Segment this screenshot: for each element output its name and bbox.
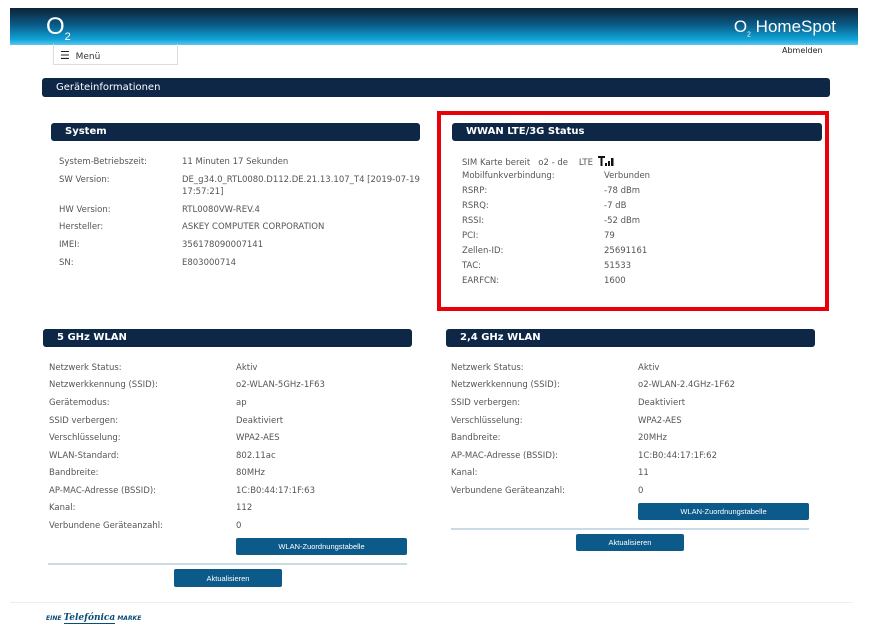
header-banner: O2 O2 HomeSpot — [10, 8, 858, 45]
info-label: TAC: — [462, 261, 481, 271]
info-label: IMEI: — [59, 240, 80, 250]
info-label: HW Version: — [59, 205, 111, 215]
info-value: RTL0080VW-REV.4 — [182, 205, 260, 215]
info-value: DE_g34.0_RTL0080.D112.DE.21.13.107_T4 [2… — [182, 175, 420, 185]
info-label: Mobilfunkverbindung: — [462, 171, 555, 181]
brand-title: O2 HomeSpot — [734, 17, 836, 38]
info-value: -7 dB — [604, 201, 627, 211]
info-label: SSID verbergen: — [49, 416, 119, 426]
info-value: o2-WLAN-2.4GHz-1F62 — [638, 380, 736, 390]
signal-bars-icon — [598, 156, 614, 166]
info-value: 1C:B0:44:17:1F:63 — [236, 486, 315, 496]
info-value: E803000714 — [182, 258, 237, 268]
divider — [48, 563, 407, 565]
info-value: WPA2-AES — [638, 416, 682, 426]
info-value: 80MHz — [236, 468, 266, 478]
info-value: 356178090007141 — [182, 240, 264, 250]
hamburger-icon: ☰ — [60, 49, 70, 62]
info-label: Verschlüsselung: — [49, 433, 121, 443]
info-label: RSRQ: — [462, 201, 489, 211]
info-value: 802.11ac — [236, 451, 276, 461]
system-section-header: System — [51, 123, 420, 141]
wlan5-association-table-button[interactable]: WLAN-Zuordnungstabelle — [236, 538, 407, 555]
wlan24-association-table-button[interactable]: WLAN-Zuordnungstabelle — [638, 503, 809, 520]
menu-button[interactable]: ☰ Menü — [53, 44, 178, 65]
info-value: 25691161 — [604, 246, 648, 256]
info-value: 11 Minuten 17 Sekunden — [182, 157, 289, 167]
info-value: 79 — [604, 231, 615, 241]
info-value: Deaktiviert — [236, 416, 284, 426]
info-label: Bandbreite: — [49, 468, 99, 478]
info-label: System-Betriebszeit: — [59, 157, 148, 167]
info-value: 51533 — [604, 261, 632, 271]
info-label: Zellen-ID: — [462, 246, 504, 256]
info-value: Aktiv — [236, 363, 258, 373]
sim-status-line: SIM Karte bereit o2 - de LTE — [462, 156, 616, 168]
info-value: Aktiv — [638, 363, 660, 373]
info-value: ASKEY COMPUTER CORPORATION — [182, 222, 325, 232]
info-label: Netzwerkkennung (SSID): — [451, 380, 560, 390]
wlan24-refresh-button[interactable]: Aktualisieren — [576, 534, 684, 551]
info-value: ap — [236, 398, 247, 408]
info-label: AP-MAC-Adresse (BSSID): — [451, 451, 559, 461]
divider — [451, 528, 809, 530]
info-value: -78 dBm — [604, 186, 641, 196]
info-label: SW Version: — [59, 175, 110, 185]
info-value: 20MHz — [638, 433, 668, 443]
footer-divider — [10, 602, 853, 603]
brand-o: O — [733, 17, 748, 36]
wlan5-refresh-button[interactable]: Aktualisieren — [174, 569, 282, 587]
info-value-continued: 17:57:21] — [182, 187, 224, 197]
info-label: Netzwerk Status: — [49, 363, 122, 373]
page-title: Geräteinformationen — [42, 78, 830, 97]
wlan24-section-header: 2,4 GHz WLAN — [446, 329, 815, 347]
info-label: WLAN-Standard: — [49, 451, 120, 461]
telefonica-logo: EINE Telefónica MARKE — [46, 613, 142, 624]
brand-name: HomeSpot — [750, 17, 836, 36]
info-label: PCI: — [462, 231, 479, 241]
network-tech: LTE — [578, 158, 593, 168]
wwan-section-header: WWAN LTE/3G Status — [452, 123, 822, 141]
info-label: Hersteller: — [59, 222, 104, 232]
info-value: 112 — [236, 503, 253, 513]
info-label: SSID verbergen: — [451, 398, 521, 408]
info-label: Verbundene Geräteanzahl: — [451, 486, 565, 496]
info-value: Deaktiviert — [638, 398, 686, 408]
sim-status: SIM Karte bereit — [462, 158, 531, 168]
info-label: Verbundene Geräteanzahl: — [49, 521, 163, 531]
info-label: Kanal: — [49, 503, 76, 513]
info-value: 0 — [638, 486, 644, 496]
info-value: 1600 — [604, 276, 626, 286]
info-label: EARFCN: — [462, 276, 500, 286]
wlan5-section-header: 5 GHz WLAN — [43, 329, 412, 347]
info-label: Kanal: — [451, 468, 478, 478]
info-label: RSRP: — [462, 186, 488, 196]
info-value: -52 dBm — [604, 216, 641, 226]
logo-sub: 2 — [64, 30, 71, 43]
info-label: Netzwerk Status: — [451, 363, 524, 373]
info-label: Netzwerkkennung (SSID): — [49, 380, 158, 390]
logout-link[interactable]: Abmelden — [782, 46, 823, 55]
info-value: WPA2-AES — [236, 433, 280, 443]
menu-label: Menü — [75, 52, 101, 62]
info-value: 1C:B0:44:17:1F:62 — [638, 451, 717, 461]
operator: o2 - de — [538, 158, 569, 168]
info-label: AP-MAC-Adresse (BSSID): — [49, 486, 157, 496]
logo-letter: O — [46, 13, 65, 40]
info-value: Verbunden — [604, 171, 651, 181]
info-value: 0 — [236, 521, 242, 531]
info-label: Verschlüsselung: — [451, 416, 523, 426]
info-value: 11 — [638, 468, 649, 478]
info-value: o2-WLAN-5GHz-1F63 — [236, 380, 325, 390]
info-label: RSSI: — [462, 216, 485, 226]
o2-logo[interactable]: O2 — [46, 13, 71, 43]
info-label: SN: — [59, 258, 74, 268]
info-label: Bandbreite: — [451, 433, 501, 443]
info-label: Gerätemodus: — [49, 398, 110, 408]
